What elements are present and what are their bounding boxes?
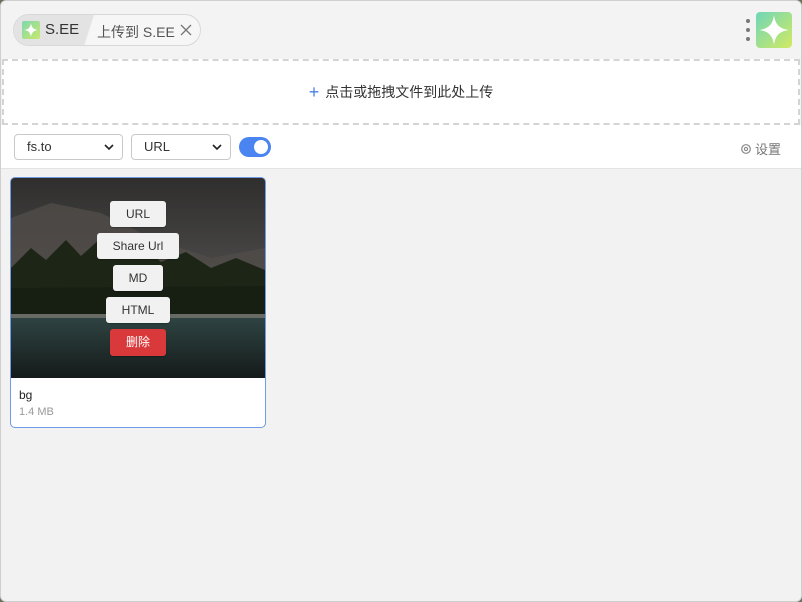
format-select-value: URL [144,139,171,154]
host-select-value: fs.to [27,139,52,154]
breadcrumb-home-label: S.EE [45,21,80,38]
file-card[interactable]: URL Share Url MD HTML 删除 bg 1.4 MB [10,177,266,428]
toolbar: fs.to URL 设置 [1,125,801,169]
breadcrumb: S.EE 上传到 S.EE [13,14,201,46]
format-select[interactable]: URL [131,134,231,160]
plus-icon: + [308,82,320,102]
chevron-down-icon [104,144,114,151]
sparkle-logo-icon [756,12,792,48]
breadcrumb-current-page: 上传到 S.EE [97,24,175,40]
close-icon[interactable] [178,22,194,38]
breadcrumb-home[interactable]: S.EE [14,15,94,45]
copy-share-url-button[interactable]: Share Url [97,233,179,259]
file-name: bg [19,388,33,402]
file-thumbnail: URL Share Url MD HTML 删除 [11,178,265,378]
toggle-knob [254,140,268,154]
chevron-down-icon [212,144,222,151]
delete-button[interactable]: 删除 [110,329,166,356]
sparkle-logo-icon [22,21,40,39]
upload-dropzone[interactable]: + 点击或拖拽文件到此处上传 [2,59,800,125]
settings-button[interactable]: 设置 [740,139,781,158]
copy-markdown-button[interactable]: MD [113,265,163,291]
file-size: 1.4 MB [19,406,54,418]
top-bar: S.EE 上传到 S.EE [1,1,801,59]
settings-label: 设置 [754,142,781,157]
host-select[interactable]: fs.to [14,134,123,160]
gear-icon [741,143,751,154]
toggle-switch[interactable] [239,137,271,157]
more-vertical-icon[interactable] [740,17,756,43]
copy-html-button[interactable]: HTML [106,297,170,323]
upload-prompt: 点击或拖拽文件到此处上传 [325,84,494,100]
copy-url-button[interactable]: URL [110,201,166,227]
extension-window: S.EE 上传到 S.EE + 点击或拖拽文件到此处上传 fs.to URL 设… [0,0,802,602]
